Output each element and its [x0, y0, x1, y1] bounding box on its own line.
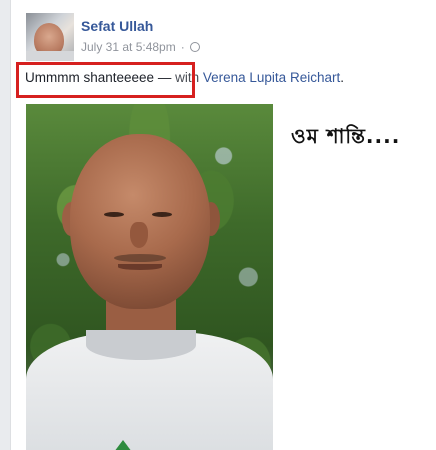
post-timestamp[interactable]: July 31 at 5:48pm — [81, 40, 176, 54]
author-avatar[interactable] — [26, 13, 74, 61]
photo-eye-right — [152, 212, 172, 217]
post-trailing-period: . — [340, 70, 344, 85]
tagged-user-link[interactable]: Verena Lupita Reichart — [203, 70, 340, 85]
photo-eye-left — [104, 212, 124, 217]
photo-nose — [130, 222, 148, 248]
post-card: Sefat Ullah July 31 at 5:48pm · Ummmm sh… — [10, 0, 436, 450]
red-highlight-box — [16, 62, 195, 98]
photo-mouth — [118, 264, 162, 270]
post-meta: July 31 at 5:48pm · — [81, 40, 200, 54]
post-photo[interactable] — [26, 104, 273, 450]
author-name-link[interactable]: Sefat Ullah — [81, 18, 153, 34]
globe-icon[interactable] — [189, 42, 200, 52]
meta-separator: · — [180, 40, 185, 54]
avatar-shirt — [26, 51, 74, 61]
photo-mustache — [114, 254, 166, 262]
photo-hood-shadow — [86, 330, 196, 360]
hoodie-logo — [114, 440, 132, 450]
bangla-caption: ওম শান্তি.... — [291, 124, 401, 148]
